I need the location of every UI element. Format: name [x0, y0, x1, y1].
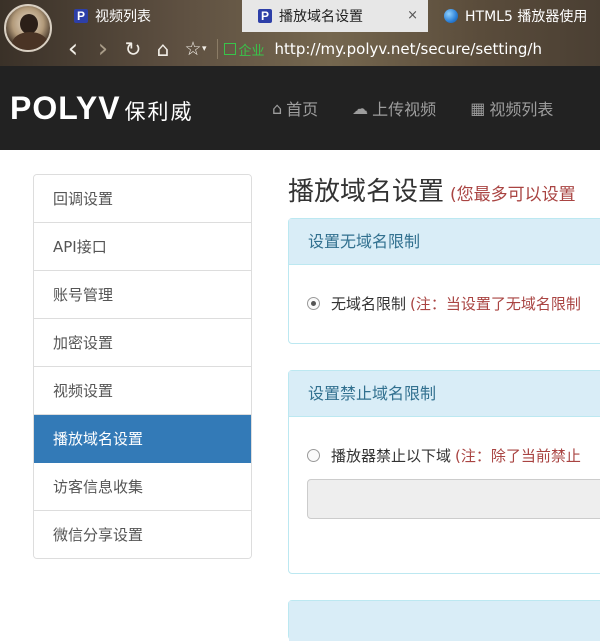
globe-favicon-icon [444, 9, 458, 23]
panel-heading: 设置无域名限制 [289, 219, 600, 265]
chevron-down-icon[interactable]: ▾ [202, 44, 207, 54]
profile-avatar[interactable] [4, 4, 52, 52]
page-title: 播放域名设置 (您最多可以设置 [288, 172, 576, 212]
sidebar-item-video-settings[interactable]: 视频设置 [34, 367, 251, 415]
panel-next [288, 600, 600, 641]
home-icon: ⌂ [272, 98, 283, 118]
back-icon: ‹ [67, 34, 79, 64]
option-label: 无域名限制 [331, 295, 407, 313]
radio-no-domain-limit[interactable] [307, 297, 320, 310]
option-note: (注：当设置了无域名限制 [410, 295, 581, 313]
panel-heading: 设置禁止域名限制 [289, 371, 600, 417]
close-icon[interactable]: × [407, 8, 418, 24]
option-blocked-domains[interactable]: 播放器禁止以下域 (注：除了当前禁止 [307, 445, 581, 466]
home-icon: ⌂ [156, 37, 170, 61]
nav-item-upload[interactable]: ☁ 上传视频 [352, 96, 436, 120]
nav-item-home[interactable]: ⌂ 首页 [272, 96, 318, 120]
browser-tab-video-list[interactable]: P 视频列表 [58, 0, 242, 32]
address-bar[interactable]: 企业 http://my.polyv.net/secure/setting/h [223, 36, 600, 62]
polyv-favicon-icon: P [258, 9, 272, 23]
sidebar-item-wechat-share[interactable]: 微信分享设置 [34, 511, 251, 558]
browser-chrome: P 视频列表 P 播放域名设置 × HTML5 播放器使用 ‹ › ↻ ⌂ ☆ … [0, 0, 600, 66]
cloud-upload-icon: ☁ [352, 98, 369, 118]
browser-toolbar: ‹ › ↻ ⌂ ☆ ▾ 企业 http://my.polyv.net/secur… [58, 32, 600, 66]
film-icon: ▦ [470, 98, 486, 118]
nav-item-label: 首页 [286, 100, 319, 119]
sidebar-item-visitor-info[interactable]: 访客信息收集 [34, 463, 251, 511]
blocked-domains-input[interactable] [307, 479, 600, 519]
site-header: POLYV 保利威 ⌂ 首页 ☁ 上传视频 ▦ 视频列表 [0, 66, 600, 150]
brand-cn: 保利威 [124, 100, 194, 124]
reload-icon: ↻ [124, 37, 142, 61]
avatar-body-shape [12, 32, 48, 50]
polyv-favicon-icon: P [74, 9, 88, 23]
panel-blocked-domains: 设置禁止域名限制 播放器禁止以下域 (注：除了当前禁止 [288, 370, 600, 574]
panel-no-domain-limit: 设置无域名限制 无域名限制 (注：当设置了无域名限制 [288, 218, 600, 344]
settings-sidebar: 回调设置 API接口 账号管理 加密设置 视频设置 播放域名设置 访客信息收集 … [33, 174, 252, 559]
option-label: 播放器禁止以下域 [331, 447, 452, 465]
forward-button[interactable]: › [88, 34, 118, 64]
back-button[interactable]: ‹ [58, 34, 88, 64]
sidebar-item-play-domain[interactable]: 播放域名设置 [34, 415, 251, 463]
nav-item-video-list[interactable]: ▦ 视频列表 [470, 96, 553, 120]
radio-blocked-domains[interactable] [307, 449, 320, 462]
option-no-domain-limit[interactable]: 无域名限制 (注：当设置了无域名限制 [307, 293, 581, 314]
toolbar-divider [216, 39, 218, 59]
browser-tab-domain-settings[interactable]: P 播放域名设置 × [242, 0, 428, 32]
page-title-text: 播放域名设置 [288, 177, 445, 207]
browser-tab-html5-player[interactable]: HTML5 播放器使用 [428, 0, 600, 32]
address-url: http://my.polyv.net/secure/setting/h [274, 40, 542, 58]
nav-item-label: 上传视频 [372, 100, 437, 119]
tab-label: 视频列表 [95, 9, 151, 25]
tab-label: 播放域名设置 [279, 9, 363, 25]
shield-icon [223, 43, 236, 55]
avatar-head-shape [20, 14, 38, 34]
forward-icon: › [97, 34, 109, 64]
nav-item-label: 视频列表 [489, 100, 554, 119]
main-nav: ⌂ 首页 ☁ 上传视频 ▦ 视频列表 [272, 66, 587, 150]
sidebar-item-account[interactable]: 账号管理 [34, 271, 251, 319]
home-button[interactable]: ⌂ [148, 34, 178, 64]
sidebar-item-api[interactable]: API接口 [34, 223, 251, 271]
panel-heading [289, 601, 600, 641]
reload-button[interactable]: ↻ [118, 34, 148, 64]
star-icon: ☆ [184, 38, 202, 60]
option-note: (注：除了当前禁止 [455, 447, 581, 465]
enterprise-badge[interactable]: 企业 [223, 40, 265, 59]
brand-logo[interactable]: POLYV 保利威 [10, 90, 194, 126]
page-subtitle: (您最多可以设置 [450, 185, 576, 205]
sidebar-item-encryption[interactable]: 加密设置 [34, 319, 251, 367]
brand-latin: POLYV [10, 90, 121, 126]
tab-label: HTML5 播放器使用 [465, 9, 588, 25]
sidebar-item-callback[interactable]: 回调设置 [34, 175, 251, 223]
enterprise-badge-label: 企业 [238, 43, 265, 59]
